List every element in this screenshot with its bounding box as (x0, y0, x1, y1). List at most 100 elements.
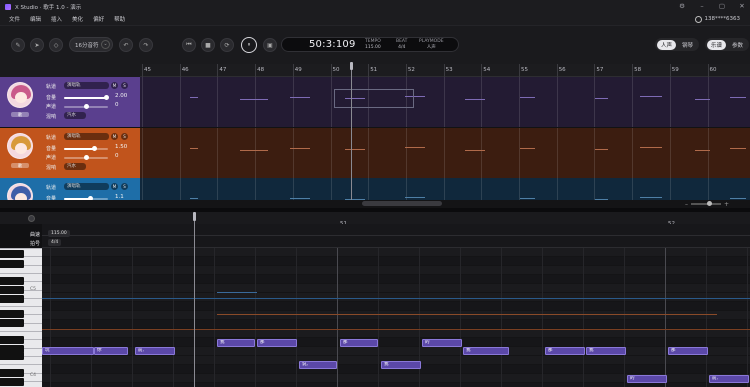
play-pause-button[interactable]: ⏸ (241, 37, 257, 53)
note[interactable]: 说, (299, 361, 337, 369)
black-key[interactable] (0, 310, 24, 318)
track-lane[interactable] (140, 178, 750, 200)
roll-row (42, 311, 750, 320)
note[interactable]: 前, (135, 347, 175, 355)
eraser-tool-button[interactable]: ◇ (49, 38, 63, 52)
menu-beautify[interactable]: 美化 (72, 15, 83, 23)
menu-insert[interactable]: 插入 (51, 15, 62, 23)
track-name-input[interactable]: 演唱轨 (64, 82, 109, 89)
seg-piano[interactable]: 钢琴 (678, 40, 697, 50)
undo-button[interactable]: ↶ (119, 38, 133, 52)
pr-tempo-value[interactable]: 115.00 (48, 230, 70, 237)
solo-button[interactable]: S (121, 82, 128, 89)
note[interactable]: 前, (709, 375, 749, 383)
menu-help[interactable]: 帮助 (114, 15, 125, 23)
black-key[interactable] (0, 378, 24, 386)
menu-preferences[interactable]: 偏好 (93, 15, 104, 23)
mute-button[interactable]: M (111, 133, 118, 140)
ruler-bar-number: 60 (709, 67, 717, 73)
note[interactable]: 那 (668, 347, 708, 355)
black-key[interactable] (0, 250, 24, 258)
menu-file[interactable]: 文件 (9, 15, 20, 23)
pr-playhead-handle[interactable] (193, 212, 196, 221)
mute-button[interactable]: M (111, 82, 118, 89)
piano-keyboard[interactable]: C5 C4 (0, 248, 42, 387)
quantize-dropdown[interactable]: 16分音符 ⌄ (69, 37, 113, 52)
black-key[interactable] (0, 286, 24, 294)
black-key[interactable] (0, 369, 24, 377)
track-panel[interactable]: 歌 轨道 演唱轨 M S 音量 1.1 声道 0 混响 汽水 (0, 178, 140, 200)
settings-icon[interactable]: ⚙ (678, 0, 686, 13)
track-lane[interactable] (140, 128, 750, 178)
zoom-in-icon[interactable]: + (724, 201, 729, 208)
track-panel[interactable]: 歌 轨道 演唱轨 M S 音量 1.50 声道 0 混响 汽水 (0, 128, 140, 178)
pr-beat-value[interactable]: 4/4 (48, 239, 62, 246)
timeline-ruler[interactable]: 45 46 47 48 49 50 51 52 53 54 55 56 57 58 59 60 (140, 64, 750, 77)
note[interactable]: 的 (627, 375, 667, 383)
seg-params[interactable]: 参数 (728, 40, 747, 50)
black-key[interactable] (0, 352, 24, 360)
pan-slider[interactable] (64, 104, 108, 109)
volume-slider[interactable] (64, 146, 108, 151)
horizontal-scrollbar[interactable] (362, 201, 442, 206)
black-key[interactable] (0, 277, 24, 285)
track-lane[interactable] (140, 77, 750, 127)
time-display: 50:3:109 TEMPO 115.00 BEAT 4/4 PLAYMODE … (281, 37, 459, 52)
track-tag[interactable]: 歌 (11, 112, 29, 117)
solo-button[interactable]: S (121, 183, 128, 190)
note[interactable]: 玩 (42, 347, 94, 355)
metronome-button[interactable]: ▣ (263, 38, 277, 52)
track-panel[interactable]: 歌 轨道 演唱轨 M S 音量 2.00 声道 0 混响 汽水 (0, 77, 140, 127)
piano-roll-grid[interactable]: 玩你前, 我那那的我说, 我那我那的前, (42, 248, 750, 387)
tempo-display[interactable]: TEMPO 115.00 (365, 39, 381, 51)
maximize-button[interactable]: ▢ (718, 0, 726, 13)
zoom-slider[interactable] (691, 201, 721, 206)
piano-roll-settings-icon[interactable] (28, 215, 35, 222)
close-button[interactable]: ✕ (738, 0, 746, 13)
note[interactable]: 我 (463, 347, 509, 355)
playhead-handle[interactable] (350, 62, 353, 70)
note[interactable]: 你 (94, 347, 128, 355)
note[interactable]: 的 (422, 339, 462, 347)
seg-vocal[interactable]: 人声 (657, 39, 677, 50)
note[interactable]: 我 (381, 361, 421, 369)
mute-button[interactable]: M (111, 183, 118, 190)
black-key[interactable] (0, 336, 24, 344)
note[interactable]: 我 (586, 347, 626, 355)
mini-note (640, 147, 662, 148)
skip-back-button[interactable]: ⏮ (182, 38, 196, 52)
minimize-button[interactable]: – (698, 0, 706, 13)
solo-button[interactable]: S (121, 133, 128, 140)
redo-button[interactable]: ↷ (139, 38, 153, 52)
ruler-tick (217, 64, 219, 77)
track-name-input[interactable]: 演唱轨 (64, 133, 109, 140)
zoom-out-icon[interactable]: – (685, 201, 688, 208)
note[interactable]: 那 (340, 339, 378, 347)
beat-display[interactable]: BEAT 4/4 (396, 39, 407, 51)
note[interactable]: 那 (545, 347, 585, 355)
reverb-dropdown[interactable]: 汽水 (64, 112, 86, 119)
black-key[interactable] (0, 295, 24, 303)
volume-label: 音量 (46, 95, 57, 101)
black-key[interactable] (0, 260, 24, 268)
pencil-tool-button[interactable]: ✎ (11, 38, 25, 52)
track-name-input[interactable]: 演唱轨 (64, 183, 109, 190)
select-tool-button[interactable]: ➤ (30, 38, 44, 52)
reverb-dropdown[interactable]: 汽水 (64, 163, 86, 170)
seg-score[interactable]: 乐谱 (707, 39, 727, 50)
singer-avatar[interactable] (7, 183, 33, 200)
track-tag[interactable]: 歌 (11, 163, 29, 168)
stop-button[interactable]: ■ (201, 38, 215, 52)
loop-button[interactable]: ⟳ (220, 38, 234, 52)
note[interactable]: 我 (217, 339, 255, 347)
singer-avatar[interactable] (7, 133, 33, 159)
playmode-display[interactable]: PLAYMODE 人声 (419, 39, 444, 51)
singer-avatar[interactable] (7, 82, 33, 108)
volume-slider[interactable] (64, 95, 109, 100)
black-key[interactable] (0, 319, 24, 327)
note[interactable]: 那 (257, 339, 297, 347)
account[interactable]: 138****6363 (694, 13, 740, 25)
menu-edit[interactable]: 编辑 (30, 15, 41, 23)
pan-slider[interactable] (64, 155, 108, 160)
piano-roll-ruler[interactable]: 51 52 (42, 212, 750, 227)
